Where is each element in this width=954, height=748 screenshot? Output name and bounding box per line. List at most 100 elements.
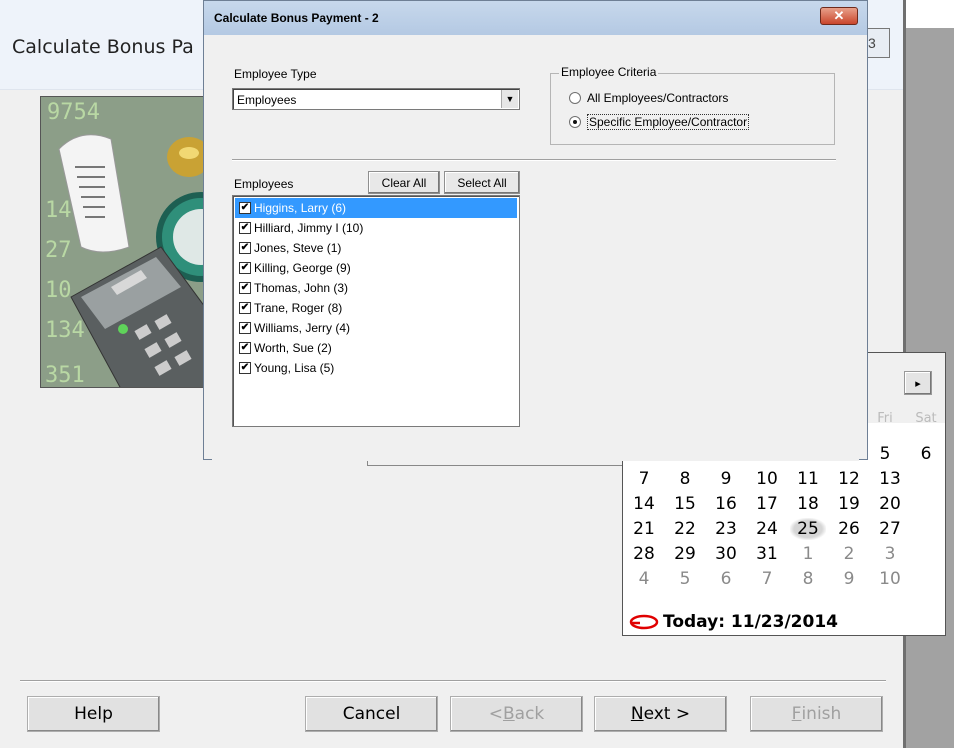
svg-text:9754: 9754 xyxy=(47,100,100,125)
calendar-next-month-button[interactable]: ▸ xyxy=(904,371,932,395)
calendar-day[interactable]: 6 xyxy=(908,443,944,465)
calendar-day[interactable]: 5 xyxy=(867,443,903,465)
calendar-day[interactable]: 13 xyxy=(872,468,908,490)
checkbox[interactable]: ✔ xyxy=(239,262,251,274)
employee-name: Higgins, Larry (6) xyxy=(254,201,347,215)
checkbox[interactable]: ✔ xyxy=(239,202,251,214)
calendar-day[interactable]: 8 xyxy=(667,468,703,490)
employee-name: Killing, George (9) xyxy=(254,261,351,275)
employee-list-item[interactable]: ✔ Killing, George (9) xyxy=(235,258,517,278)
checkbox[interactable]: ✔ xyxy=(239,282,251,294)
cancel-button[interactable]: Cancel xyxy=(305,696,438,732)
calendar-day[interactable]: 31 xyxy=(749,543,785,565)
calendar-day[interactable]: 29 xyxy=(667,543,703,565)
svg-text:351: 351 xyxy=(45,363,85,388)
clear-all-button[interactable]: Clear All xyxy=(368,171,440,194)
employee-type-value: Employees xyxy=(237,93,297,107)
employee-type-label: Employee Type xyxy=(234,67,317,81)
employee-name: Jones, Steve (1) xyxy=(254,241,342,255)
svg-text:14: 14 xyxy=(45,198,72,223)
calendar-day[interactable]: 20 xyxy=(872,493,908,515)
calendar-day[interactable]: 9 xyxy=(708,468,744,490)
chevron-down-icon[interactable]: ▼ xyxy=(501,90,518,108)
employee-checklist[interactable]: ✔ Higgins, Larry (6) ✔ Hilliard, Jimmy I (1… xyxy=(232,195,520,427)
calendar-day[interactable]: 25 xyxy=(790,518,826,540)
employee-list-item[interactable]: ✔ Williams, Jerry (4) xyxy=(235,318,517,338)
calendar-day[interactable]: 26 xyxy=(831,518,867,540)
employee-list-item[interactable]: ✔ Worth, Sue (2) xyxy=(235,338,517,358)
employee-list-item[interactable]: ✔ Hilliard, Jimmy I (10) xyxy=(235,218,517,238)
back-button-hotkey: B xyxy=(502,704,515,724)
employee-name: Young, Lisa (5) xyxy=(254,361,335,375)
calendar-day[interactable]: 11 xyxy=(790,468,826,490)
triangle-right-icon: ▸ xyxy=(915,377,921,390)
calendar-day[interactable]: 22 xyxy=(667,518,703,540)
select-all-button[interactable]: Select All xyxy=(444,171,520,194)
calendar-day[interactable]: 10 xyxy=(872,568,908,590)
employee-name: Thomas, John (3) xyxy=(254,281,349,295)
finish-button[interactable]: Finish xyxy=(750,696,883,732)
calendar-day[interactable]: 18 xyxy=(790,493,826,515)
calendar-day[interactable]: 12 xyxy=(831,468,867,490)
button-separator xyxy=(20,680,886,682)
employee-name: Trane, Roger (8) xyxy=(254,301,343,315)
employee-list-item[interactable]: ✔ Jones, Steve (1) xyxy=(235,238,517,258)
calendar-day[interactable]: 4 xyxy=(626,568,662,590)
calendar-day[interactable]: 21 xyxy=(626,518,662,540)
dialog-titlebar: Calculate Bonus Payment - 2 ✕ xyxy=(204,1,867,35)
calendar-day[interactable]: 24 xyxy=(749,518,785,540)
radio-specific-employee[interactable]: Specific Employee/Contractor xyxy=(569,113,750,131)
calendar-day[interactable]: 5 xyxy=(667,568,703,590)
checkbox[interactable]: ✔ xyxy=(239,362,251,374)
employee-type-select[interactable]: Employees ▼ xyxy=(232,88,520,110)
calendar-day[interactable]: 30 xyxy=(708,543,744,565)
background-close-button[interactable]: 3 xyxy=(866,28,890,58)
help-button[interactable]: Help xyxy=(27,696,160,732)
radio-all-employees-label: All Employees/Contractors xyxy=(587,91,729,105)
calendar-day[interactable]: 1 xyxy=(790,543,826,565)
radio-button[interactable] xyxy=(569,116,581,128)
day-header-fri: Fri xyxy=(877,411,893,426)
background-groupbox-edge xyxy=(367,465,623,466)
calendar-day[interactable]: 7 xyxy=(749,568,785,590)
radio-button[interactable] xyxy=(569,92,581,104)
checkbox[interactable]: ✔ xyxy=(239,242,251,254)
calendar-day[interactable]: 9 xyxy=(831,568,867,590)
radio-all-employees[interactable]: All Employees/Contractors xyxy=(569,89,728,107)
next-button[interactable]: Next > xyxy=(594,696,727,732)
employee-list-item[interactable]: ✔ Young, Lisa (5) xyxy=(235,358,517,378)
employee-criteria-legend: Employee Criteria xyxy=(559,65,659,79)
calendar-day[interactable]: 28 xyxy=(626,543,662,565)
dialog-divider xyxy=(232,159,836,161)
dialog-body: Employee Type Employees ▼ Employee Crite… xyxy=(212,35,859,461)
calendar-day[interactable]: 7 xyxy=(626,468,662,490)
checkbox[interactable]: ✔ xyxy=(239,342,251,354)
employee-name: Worth, Sue (2) xyxy=(254,341,332,355)
back-button[interactable]: < Back xyxy=(450,696,583,732)
employee-list-item[interactable]: ✔ Higgins, Larry (6) xyxy=(235,198,517,218)
calendar-day[interactable]: 14 xyxy=(626,493,662,515)
calendar-day[interactable]: 19 xyxy=(831,493,867,515)
checkbox[interactable]: ✔ xyxy=(239,302,251,314)
calendar-day[interactable]: 10 xyxy=(749,468,785,490)
checkbox[interactable]: ✔ xyxy=(239,322,251,334)
calendar-day[interactable]: 6 xyxy=(708,568,744,590)
calendar-day[interactable]: 23 xyxy=(708,518,744,540)
employee-list-item[interactable]: ✔ Trane, Roger (8) xyxy=(235,298,517,318)
calendar-day[interactable]: 17 xyxy=(749,493,785,515)
svg-text:10: 10 xyxy=(45,278,72,303)
dialog-close-button[interactable]: ✕ xyxy=(820,7,858,25)
checkbox[interactable]: ✔ xyxy=(239,222,251,234)
radio-specific-employee-label: Specific Employee/Contractor xyxy=(587,114,750,130)
calendar-today-link[interactable]: Today: 11/23/2014 xyxy=(629,610,838,634)
employee-list-item[interactable]: ✔ Thomas, John (3) xyxy=(235,278,517,298)
calendar-day[interactable]: 3 xyxy=(872,543,908,565)
calendar-day[interactable]: 16 xyxy=(708,493,744,515)
calendar-day[interactable]: 27 xyxy=(872,518,908,540)
wizard-illustration: 9754 14 27 10 134 351 xyxy=(40,96,215,388)
calendar-day[interactable]: 15 xyxy=(667,493,703,515)
today-circle-icon xyxy=(629,614,659,630)
calendar-day[interactable]: 2 xyxy=(831,543,867,565)
calendar-day[interactable]: 8 xyxy=(790,568,826,590)
employee-name: Williams, Jerry (4) xyxy=(254,321,350,335)
